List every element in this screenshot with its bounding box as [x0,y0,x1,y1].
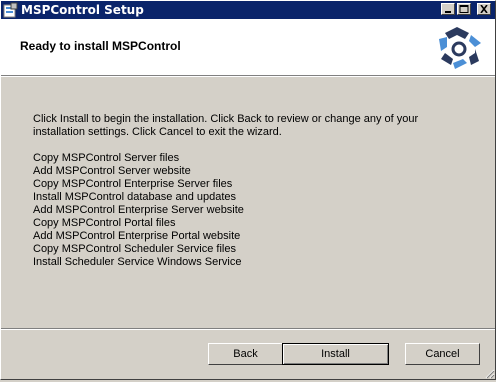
list-item: Copy MSPControl Scheduler Service files [33,243,236,255]
minimize-icon [445,11,451,13]
footer-divider-highlight [1,329,495,330]
wizard-header: Ready to install MSPControl [1,19,495,75]
maximize-button[interactable] [457,3,471,15]
list-item: Install Scheduler Service Windows Servic… [33,256,242,268]
resize-grip-icon[interactable] [483,367,495,379]
minimize-button[interactable] [441,3,455,15]
title-bar[interactable]: MSPControl Setup [1,1,495,19]
mspcontrol-logo-icon [435,25,485,71]
list-item: Install MSPControl database and updates [33,191,237,203]
list-item: Copy MSPControl Server files [33,152,180,164]
setup-window: MSPControl Setup Ready to install MSPCon… [0,0,496,380]
install-button[interactable]: Install [282,343,389,365]
install-steps-list: Copy MSPControl Server files Add MSPCont… [33,152,244,269]
maximize-icon [459,5,469,13]
list-item: Copy MSPControl Portal files [33,217,176,229]
page-title: Ready to install MSPControl [20,39,181,53]
list-item: Add MSPControl Enterprise Portal website [33,230,241,242]
list-item: Add MSPControl Enterprise Server website [33,204,244,216]
close-icon [480,5,488,13]
close-button[interactable] [477,3,491,15]
window-title: MSPControl Setup [21,3,144,17]
intro-text: Click Install to begin the installation.… [33,113,419,138]
header-divider-highlight [1,76,495,77]
setup-app-icon [3,2,19,18]
back-button[interactable]: Back [208,343,283,365]
list-item: Copy MSPControl Enterprise Server files [33,178,233,190]
list-item: Add MSPControl Server website [33,165,191,177]
cancel-button[interactable]: Cancel [405,343,480,365]
